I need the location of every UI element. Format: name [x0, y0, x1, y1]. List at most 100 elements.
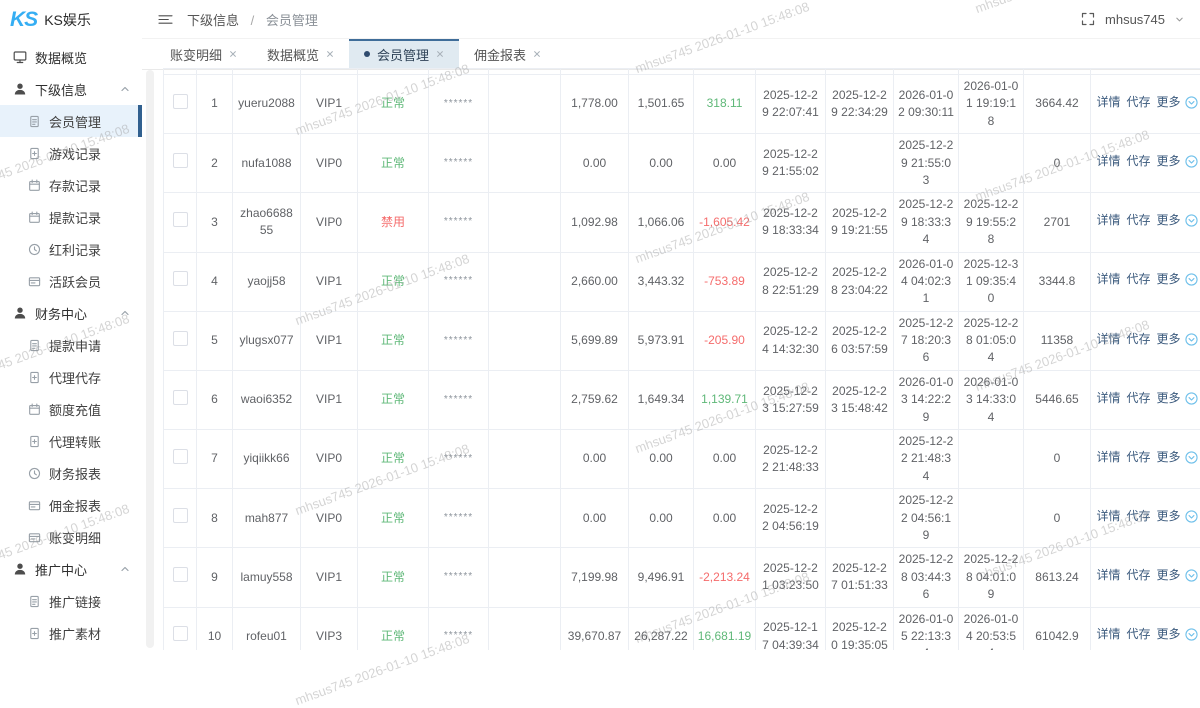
breadcrumb-parent[interactable]: 下级信息 — [187, 13, 239, 28]
cell-vip: VIP0 — [301, 489, 358, 548]
action-agent-deposit[interactable]: 代存 — [1126, 450, 1150, 464]
sidebar-subitem[interactable]: 提款记录 — [0, 201, 142, 233]
action-detail[interactable]: 详情 — [1096, 154, 1120, 168]
sidebar-subitem[interactable]: 佣金报表 — [0, 489, 142, 521]
row-checkbox[interactable] — [173, 567, 188, 582]
sidebar-group-header[interactable]: 推广中心 — [0, 553, 142, 585]
action-detail[interactable]: 详情 — [1096, 450, 1120, 464]
cell-checkbox — [164, 252, 197, 311]
action-agent-deposit[interactable]: 代存 — [1126, 568, 1150, 582]
row-checkbox[interactable] — [173, 390, 188, 405]
action-agent-deposit[interactable]: 代存 — [1126, 627, 1150, 641]
tab-4[interactable]: 佣金报表 — [459, 39, 556, 69]
row-checkbox[interactable] — [173, 94, 188, 109]
action-agent-deposit[interactable]: 代存 — [1126, 509, 1150, 523]
username[interactable]: mhsus745 — [1105, 12, 1165, 27]
sidebar-subitem[interactable]: 代理转账 — [0, 425, 142, 457]
action-agent-deposit[interactable]: 代存 — [1126, 95, 1150, 109]
sidebar-group-header[interactable]: 下级信息 — [0, 73, 142, 105]
tab-1[interactable]: 账变明细 — [155, 39, 252, 69]
action-agent-deposit[interactable]: 代存 — [1126, 272, 1150, 286]
circle-chevron-down-icon[interactable] — [1185, 569, 1198, 587]
tab-2[interactable]: 数据概览 — [252, 39, 349, 69]
circle-chevron-down-icon[interactable] — [1185, 273, 1198, 291]
circle-chevron-down-icon[interactable] — [1185, 451, 1198, 469]
close-icon[interactable] — [533, 50, 541, 58]
action-detail[interactable]: 详情 — [1096, 568, 1120, 582]
row-checkbox[interactable] — [173, 271, 188, 286]
action-detail[interactable]: 详情 — [1096, 213, 1120, 227]
circle-chevron-down-icon[interactable] — [1185, 333, 1198, 351]
cell-value: 3344.8 — [1024, 252, 1091, 311]
action-agent-deposit[interactable]: 代存 — [1126, 154, 1150, 168]
sidebar-subitem[interactable]: 红利记录 — [0, 233, 142, 265]
sidebar-group-header[interactable]: 财务中心 — [0, 297, 142, 329]
cell-blank — [489, 548, 561, 607]
row-checkbox[interactable] — [173, 508, 188, 523]
row-checkbox[interactable] — [173, 153, 188, 168]
row-checkbox[interactable] — [173, 626, 188, 641]
action-more[interactable]: 更多 — [1157, 272, 1181, 286]
chevron-down-icon[interactable] — [1175, 15, 1184, 24]
action-detail[interactable]: 详情 — [1096, 509, 1120, 523]
clock-icon — [28, 243, 41, 256]
action-more[interactable]: 更多 — [1157, 391, 1181, 405]
circle-chevron-down-icon[interactable] — [1185, 628, 1198, 646]
hamburger-icon[interactable] — [158, 13, 173, 26]
sidebar-subitem[interactable]: 游戏记录 — [0, 137, 142, 169]
sidebar-item[interactable]: 数据概览 — [0, 41, 142, 73]
action-detail[interactable]: 详情 — [1096, 391, 1120, 405]
sidebar-subitem[interactable]: 提款申请 — [0, 329, 142, 361]
circle-chevron-down-icon[interactable] — [1185, 510, 1198, 528]
action-agent-deposit[interactable]: 代存 — [1126, 332, 1150, 346]
close-icon[interactable] — [229, 50, 237, 58]
fullscreen-icon[interactable] — [1081, 12, 1095, 26]
close-icon[interactable] — [436, 50, 444, 58]
circle-chevron-down-icon[interactable] — [1185, 155, 1198, 173]
cell-checkbox — [164, 607, 197, 650]
sidebar-subitem-label: 账变明细 — [49, 528, 101, 547]
sidebar-subitem[interactable]: 会员管理 — [0, 105, 142, 137]
circle-chevron-down-icon[interactable] — [1185, 214, 1198, 232]
action-agent-deposit[interactable]: 代存 — [1126, 391, 1150, 405]
action-detail[interactable]: 详情 — [1096, 627, 1120, 641]
logo: KS KS娱乐 — [0, 0, 142, 40]
sidebar-subitem[interactable]: 活跃会员 — [0, 265, 142, 297]
vertical-scrollbar[interactable] — [146, 70, 154, 648]
action-more[interactable]: 更多 — [1157, 568, 1181, 582]
sidebar-subitem[interactable]: 财务报表 — [0, 457, 142, 489]
row-checkbox[interactable] — [173, 331, 188, 346]
circle-chevron-down-icon[interactable] — [1185, 392, 1198, 410]
action-more[interactable]: 更多 — [1157, 332, 1181, 346]
action-more[interactable]: 更多 — [1157, 627, 1181, 641]
cell-vip: VIP1 — [301, 252, 358, 311]
cell-money3: -205.90 — [694, 311, 756, 370]
close-icon[interactable] — [326, 50, 334, 58]
action-detail[interactable]: 详情 — [1096, 332, 1120, 346]
cell-date2 — [826, 489, 894, 548]
action-detail[interactable]: 详情 — [1096, 95, 1120, 109]
action-detail[interactable]: 详情 — [1096, 272, 1120, 286]
cell-status: 禁用 — [358, 193, 429, 252]
cell-date3: 2025-12-29 18:33:34 — [894, 193, 959, 252]
sidebar-subitem[interactable]: 额度充值 — [0, 393, 142, 425]
sidebar-subitem[interactable]: 推广素材 — [0, 617, 142, 649]
cell-pwd: ****** — [429, 134, 489, 193]
sidebar-subitem[interactable]: 存款记录 — [0, 169, 142, 201]
sidebar-subitem[interactable]: 账变明细 — [0, 521, 142, 553]
cell-actions: 详情代存更多 — [1091, 370, 1200, 429]
action-more[interactable]: 更多 — [1157, 213, 1181, 227]
row-checkbox[interactable] — [173, 212, 188, 227]
action-agent-deposit[interactable]: 代存 — [1126, 213, 1150, 227]
tab-3[interactable]: 会员管理 — [349, 39, 459, 69]
cell-date4: 2025-12-29 19:55:28 — [959, 193, 1024, 252]
sidebar-subitem[interactable]: 推广链接 — [0, 585, 142, 617]
sidebar-subitem[interactable]: 代理代存 — [0, 361, 142, 393]
action-more[interactable]: 更多 — [1157, 450, 1181, 464]
row-checkbox[interactable] — [173, 449, 188, 464]
circle-chevron-down-icon[interactable] — [1185, 96, 1198, 114]
action-more[interactable]: 更多 — [1157, 509, 1181, 523]
action-more[interactable]: 更多 — [1157, 95, 1181, 109]
cell-value: 2701 — [1024, 193, 1091, 252]
action-more[interactable]: 更多 — [1157, 154, 1181, 168]
